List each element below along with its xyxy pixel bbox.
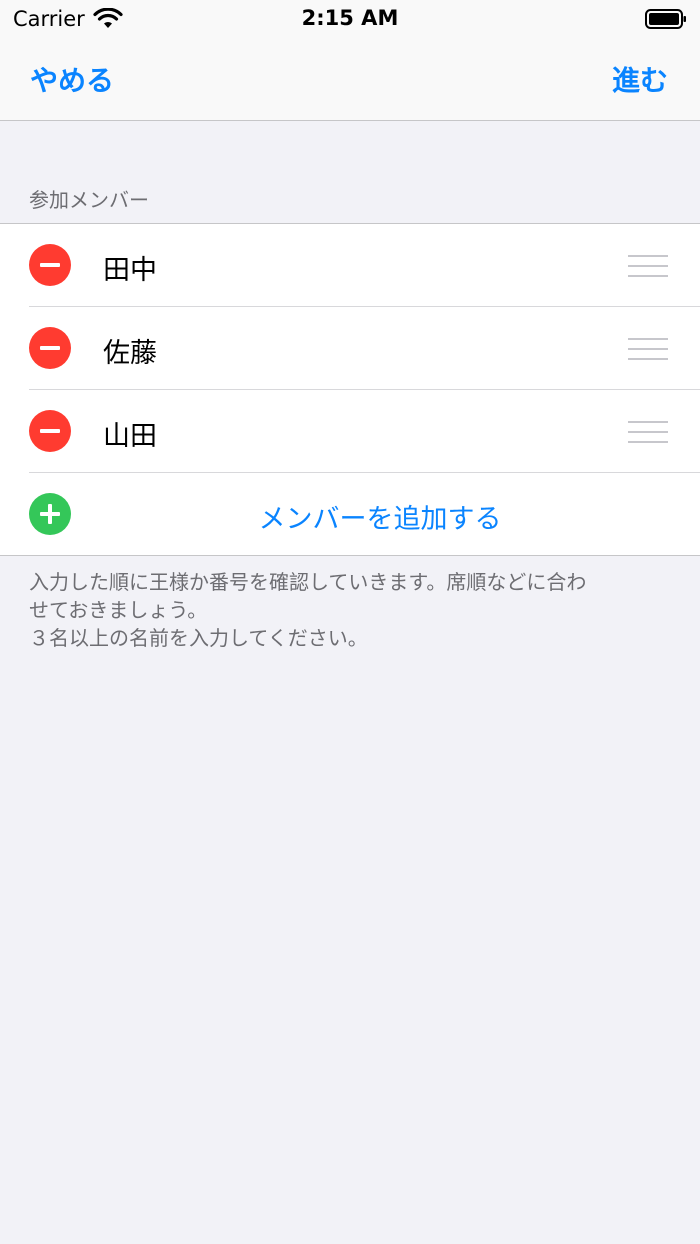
battery-icon: [645, 9, 686, 29]
footer-line: せておきましょう。: [29, 598, 208, 622]
delete-member-button[interactable]: [29, 244, 71, 286]
delete-member-button[interactable]: [29, 327, 71, 369]
footer-note: 入力した順に王様か番号を確認していきます。席順などに合わ せておきましょう。 ３…: [29, 568, 669, 652]
reorder-handle-icon[interactable]: [628, 421, 668, 443]
member-row: 山田: [29, 390, 700, 473]
next-button[interactable]: 進む: [612, 59, 668, 99]
reorder-handle-icon[interactable]: [628, 255, 668, 277]
add-member-label[interactable]: メンバーを追加する: [89, 497, 671, 536]
member-row: 田中: [29, 224, 700, 307]
navigation-bar: やめる 進む: [0, 40, 700, 121]
carrier-label: Carrier: [13, 7, 85, 31]
section-header: 参加メンバー: [29, 188, 149, 212]
minus-icon: [40, 429, 60, 433]
member-list: 田中 佐藤 山田 メンバーを追加する: [0, 223, 700, 556]
cancel-button[interactable]: やめる: [30, 59, 114, 99]
member-name: 佐藤: [103, 338, 157, 369]
reorder-handle-icon[interactable]: [628, 338, 668, 360]
delete-member-button[interactable]: [29, 410, 71, 452]
member-name: 田中: [103, 255, 157, 286]
wifi-icon: [93, 8, 123, 28]
add-member-row[interactable]: メンバーを追加する: [29, 473, 700, 555]
member-name: 山田: [103, 421, 157, 452]
footer-line: 入力した順に王様か番号を確認していきます。席順などに合わ: [29, 570, 587, 594]
minus-icon: [40, 263, 60, 267]
add-member-button[interactable]: [29, 493, 71, 535]
minus-icon: [40, 346, 60, 350]
status-bar: Carrier 2:15 AM: [0, 0, 700, 40]
footer-line: ３名以上の名前を入力してください。: [29, 626, 368, 650]
carrier-indicator: Carrier: [13, 7, 123, 31]
member-row: 佐藤: [29, 307, 700, 390]
